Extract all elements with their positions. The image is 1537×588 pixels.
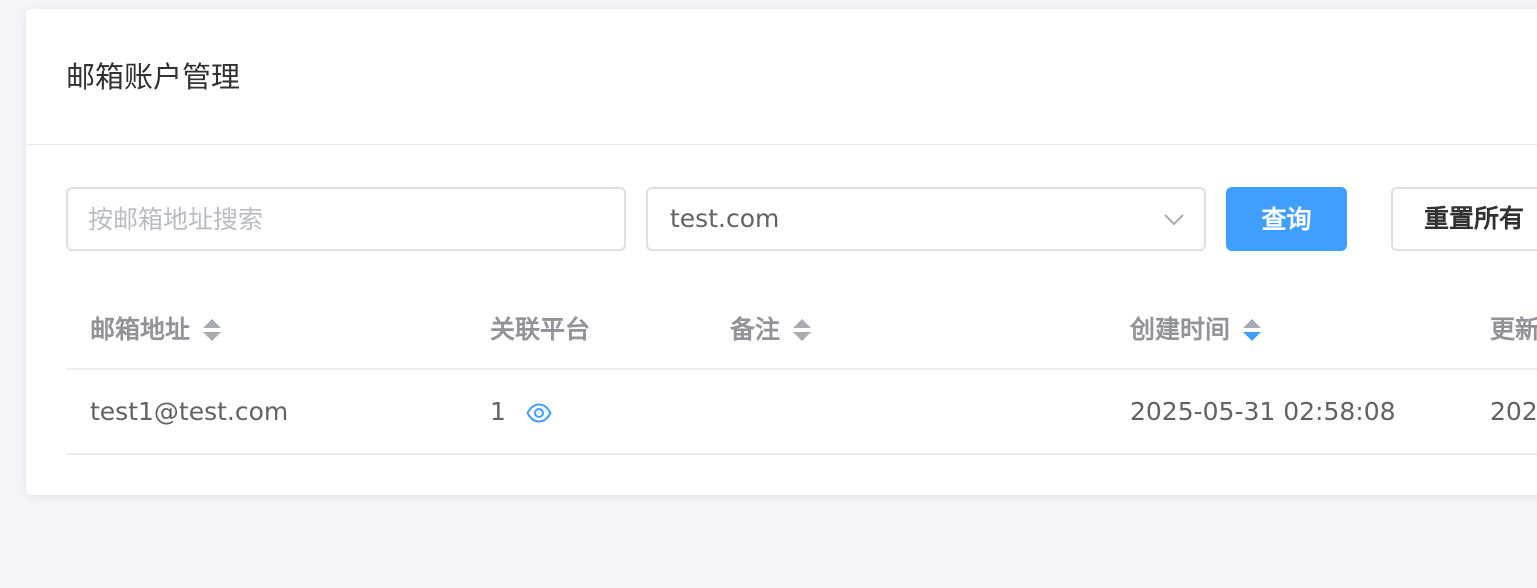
platform-count: 1 [490, 397, 506, 426]
chevron-down-icon [1164, 214, 1184, 226]
cell-created-at: 2025-05-31 02:58:08 [1130, 397, 1396, 426]
reset-all-button[interactable]: 重置所有 [1391, 187, 1537, 251]
sort-icon[interactable] [202, 317, 222, 343]
column-header-label: 关联平台 [490, 315, 591, 344]
email-search-input[interactable] [66, 187, 626, 251]
table-header: 邮箱地址 关联平台 备注 创建时间 更新 [66, 292, 1537, 370]
column-header-updated-at: 更新 [1490, 292, 1537, 368]
domain-select[interactable]: test.com [646, 187, 1206, 251]
email-account-card: 邮箱账户管理 test.com 查询 重置所有 邮箱地址 关联平台 备注 [26, 9, 1537, 495]
column-header-label: 邮箱地址 [90, 315, 191, 344]
sort-descending-icon[interactable] [1242, 317, 1262, 343]
column-header-created-at[interactable]: 创建时间 [1130, 292, 1262, 368]
sort-icon[interactable] [792, 317, 812, 343]
cell-updated-at: 202 [1490, 397, 1537, 426]
column-header-label: 更新 [1490, 315, 1537, 344]
column-header-note[interactable]: 备注 [730, 292, 812, 368]
column-header-email[interactable]: 邮箱地址 [90, 292, 222, 368]
query-button[interactable]: 查询 [1226, 187, 1347, 251]
column-header-label: 备注 [730, 315, 781, 344]
table-row: test1@test.com 1 2025-05-31 02:58:08 202 [66, 370, 1537, 455]
domain-select-value: test.com [670, 204, 780, 233]
card-header: 邮箱账户管理 [26, 9, 1537, 145]
column-header-label: 创建时间 [1130, 315, 1231, 344]
page-title: 邮箱账户管理 [66, 60, 241, 94]
cell-email: test1@test.com [90, 397, 289, 426]
eye-icon[interactable] [526, 403, 552, 423]
column-header-platform: 关联平台 [490, 292, 590, 368]
cell-platform: 1 [490, 370, 552, 453]
